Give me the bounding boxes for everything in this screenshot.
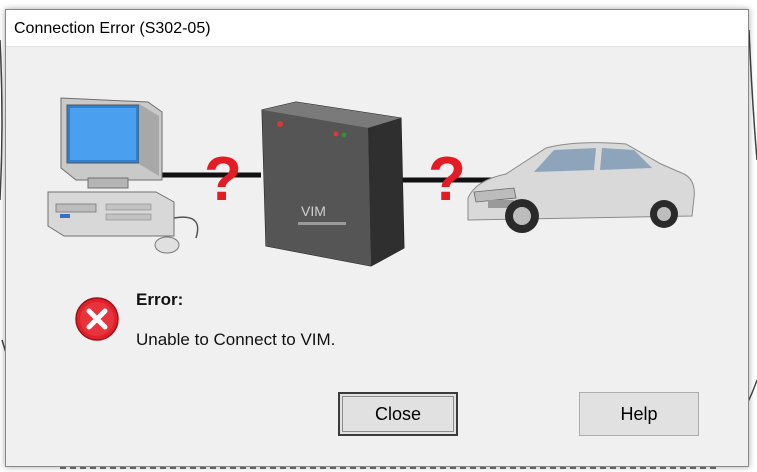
connection-error-dialog: Connection Error (S302-05) ? VIM ? Error… (5, 9, 749, 467)
error-x-icon (75, 297, 119, 341)
question-mark-1: ? (204, 145, 242, 214)
error-message: Unable to Connect to VIM. (136, 330, 336, 349)
help-button[interactable]: Help (579, 392, 699, 436)
car-icon (467, 142, 695, 233)
connection-illustration: ? VIM ? (47, 97, 695, 267)
close-button[interactable]: Close (338, 392, 458, 436)
dialog-title: Connection Error (S302-05) (14, 20, 211, 37)
vim-label: VIM (301, 203, 326, 219)
dialog-titlebar[interactable]: Connection Error (S302-05) (6, 10, 748, 47)
vim-device-icon: VIM (261, 101, 405, 267)
error-heading: Error: (136, 290, 184, 309)
question-mark-2: ? (428, 145, 466, 214)
